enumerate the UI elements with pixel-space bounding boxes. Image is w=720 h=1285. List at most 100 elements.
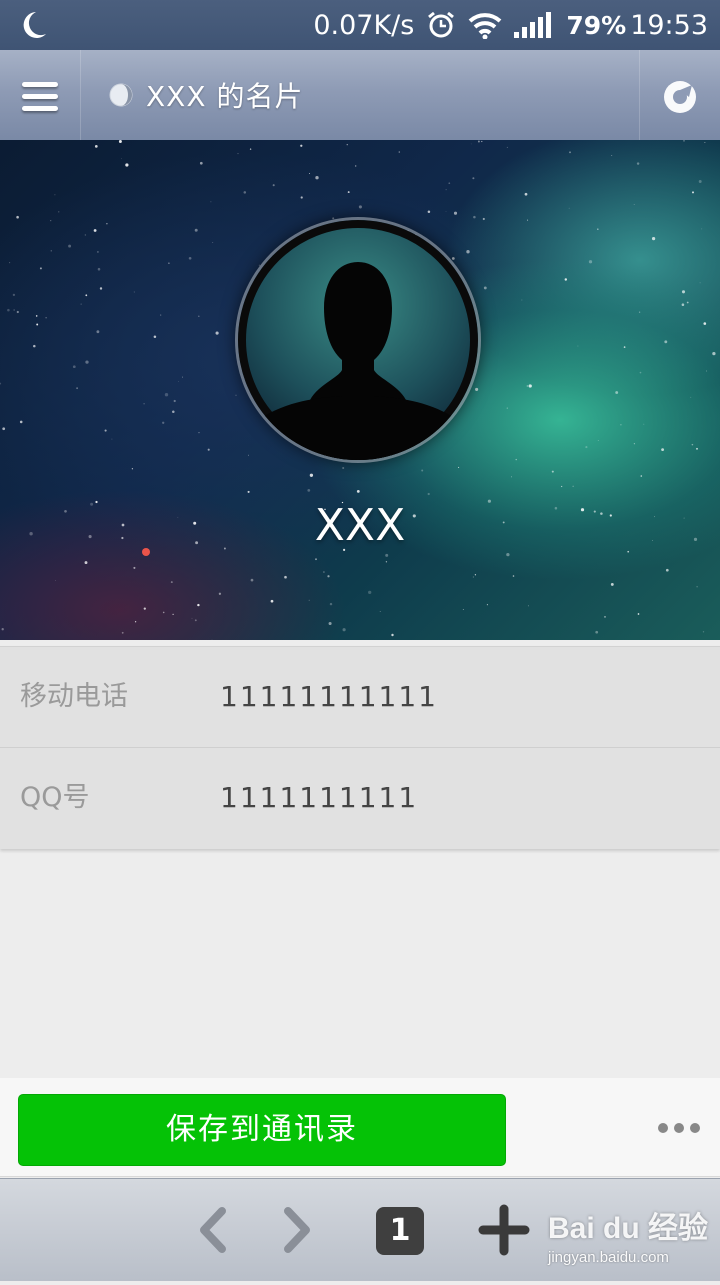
star (511, 476, 512, 478)
qq-value[interactable]: 1111111111 (220, 748, 418, 848)
back-button[interactable] (188, 1179, 238, 1281)
star (512, 575, 515, 577)
star (54, 194, 56, 196)
star (640, 475, 643, 477)
star (661, 448, 665, 452)
star (358, 205, 362, 209)
title-area: XXX 的名片 (108, 50, 303, 140)
star (561, 485, 563, 488)
star (703, 322, 707, 325)
alarm-icon (428, 11, 455, 38)
star (597, 440, 599, 441)
star (481, 140, 483, 143)
person-silhouette-icon (238, 220, 478, 460)
star (651, 236, 656, 241)
star (385, 561, 388, 563)
star (94, 145, 98, 148)
star (172, 410, 175, 414)
star (300, 196, 303, 199)
star (58, 211, 60, 213)
star (250, 578, 254, 582)
star (551, 470, 554, 473)
star (270, 599, 274, 603)
star (182, 376, 184, 378)
star (194, 228, 198, 232)
star (643, 423, 645, 425)
star (638, 311, 641, 313)
star (85, 294, 88, 297)
star (194, 619, 197, 622)
star (309, 173, 311, 175)
star (99, 287, 103, 290)
menu-button[interactable] (0, 50, 81, 140)
star (272, 184, 275, 187)
clock: 19:53 (630, 9, 708, 41)
star (473, 215, 476, 219)
star (528, 384, 532, 388)
star (421, 469, 424, 472)
avatar[interactable] (238, 220, 478, 460)
star (701, 228, 703, 230)
star (39, 267, 42, 270)
star (35, 315, 38, 317)
star (704, 142, 706, 144)
star (327, 575, 330, 578)
star (7, 308, 10, 312)
star (346, 144, 348, 146)
star (332, 217, 335, 220)
loading-icon (109, 83, 133, 107)
tab-count-button[interactable]: 1 (376, 1207, 424, 1255)
new-tab-button[interactable] (478, 1179, 530, 1281)
star (197, 603, 200, 607)
star (106, 223, 108, 225)
star (568, 207, 570, 209)
refresh-button[interactable] (639, 50, 720, 140)
star (702, 631, 705, 633)
star (633, 204, 635, 206)
star (683, 140, 685, 142)
forward-button[interactable] (272, 1179, 322, 1281)
watermark-url: jingyan.baidu.com (548, 1249, 669, 1266)
star (472, 177, 475, 180)
star (215, 331, 219, 335)
star (691, 443, 694, 446)
star (168, 262, 170, 265)
profile-banner: XXX (0, 140, 720, 640)
star (308, 599, 310, 601)
star (284, 575, 287, 579)
save-to-contacts-button[interactable]: 保存到通讯录 (18, 1094, 506, 1166)
page-title: XXX 的名片 (146, 80, 304, 113)
star (235, 394, 237, 396)
star (477, 140, 480, 143)
star (134, 621, 137, 623)
star (173, 399, 176, 403)
star (506, 146, 508, 148)
star (355, 165, 357, 167)
star (198, 432, 200, 434)
wifi-icon (468, 13, 502, 39)
star (247, 454, 249, 456)
star (356, 490, 360, 493)
star (521, 299, 523, 301)
star (36, 323, 39, 326)
star (696, 447, 698, 450)
star (712, 351, 716, 356)
mobile-value[interactable]: 11111111111 (220, 647, 438, 747)
star (131, 468, 134, 470)
signal-icon (514, 12, 552, 38)
star (595, 630, 599, 634)
profile-name: XXX (314, 500, 406, 551)
action-bar: 保存到通讯录 (0, 1078, 720, 1177)
star (681, 290, 686, 294)
star (699, 282, 701, 284)
contact-info-card: 移动电话 11111111111 QQ号 1111111111 (0, 646, 720, 849)
star (170, 581, 173, 584)
star (445, 210, 447, 212)
star (96, 250, 99, 253)
star (72, 365, 76, 369)
more-options-button[interactable] (658, 1118, 702, 1138)
browser-bottom-nav: 1 Bai du 经验 jingyan.baidu.com (0, 1178, 720, 1281)
star (198, 315, 200, 318)
star (16, 310, 19, 314)
star (623, 346, 626, 348)
